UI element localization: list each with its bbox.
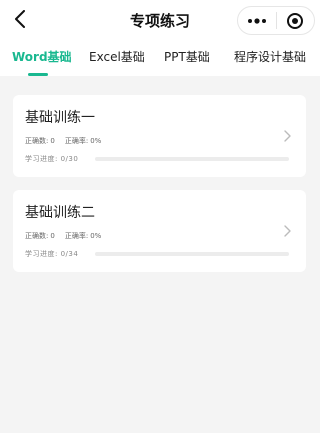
tab-word-basics[interactable]: Word基础 — [12, 48, 72, 65]
progress-label: 学习进度: — [25, 250, 58, 258]
correct-rate-value: 0% — [90, 232, 102, 240]
card-title: 基础训练一 — [25, 110, 95, 126]
tab-programming-basics[interactable]: 程序设计基础 — [234, 48, 306, 65]
card-stats: 正确数: 0 正确率: 0% — [25, 231, 103, 241]
progress-row: 学习进度: 0/34 — [25, 249, 78, 259]
practice-card[interactable]: 基础训练二 正确数: 0 正确率: 0% 学习进度: 0/34 — [13, 190, 306, 272]
correct-count-value: 0 — [50, 232, 55, 240]
tab-ppt-basics[interactable]: PPT基础 — [164, 48, 210, 65]
category-tabs: Word基础 Excel基础 PPT基础 程序设计基础 — [0, 40, 320, 76]
correct-count-label: 正确数: — [25, 137, 49, 145]
progress-count: 0/30 — [60, 155, 79, 163]
correct-rate-label: 正确率: — [64, 232, 89, 240]
nav-bar: 专项练习 — [0, 0, 320, 40]
tab-excel-basics[interactable]: Excel基础 — [89, 48, 145, 65]
card-title: 基础训练二 — [25, 205, 95, 221]
mini-program-capsule — [237, 6, 315, 35]
practice-card[interactable]: 基础训练一 正确数: 0 正确率: 0% 学习进度: 0/30 — [13, 95, 306, 177]
progress-bar — [95, 157, 289, 161]
progress-count: 0/34 — [60, 250, 79, 258]
close-button[interactable] — [276, 7, 314, 34]
more-button[interactable] — [238, 7, 276, 34]
correct-count-label: 正确数: — [25, 232, 49, 240]
more-dots-icon — [247, 17, 266, 24]
active-tab-indicator — [28, 73, 48, 76]
progress-bar — [95, 252, 289, 256]
progress-row: 学习进度: 0/30 — [25, 154, 78, 164]
target-close-icon — [287, 12, 304, 29]
correct-rate-label: 正确率: — [64, 137, 89, 145]
chevron-right-icon — [284, 225, 291, 237]
chevron-right-icon — [284, 130, 291, 142]
progress-label: 学习进度: — [25, 155, 58, 163]
card-stats: 正确数: 0 正确率: 0% — [25, 136, 103, 146]
correct-count-value: 0 — [50, 137, 55, 145]
correct-rate-value: 0% — [90, 137, 102, 145]
